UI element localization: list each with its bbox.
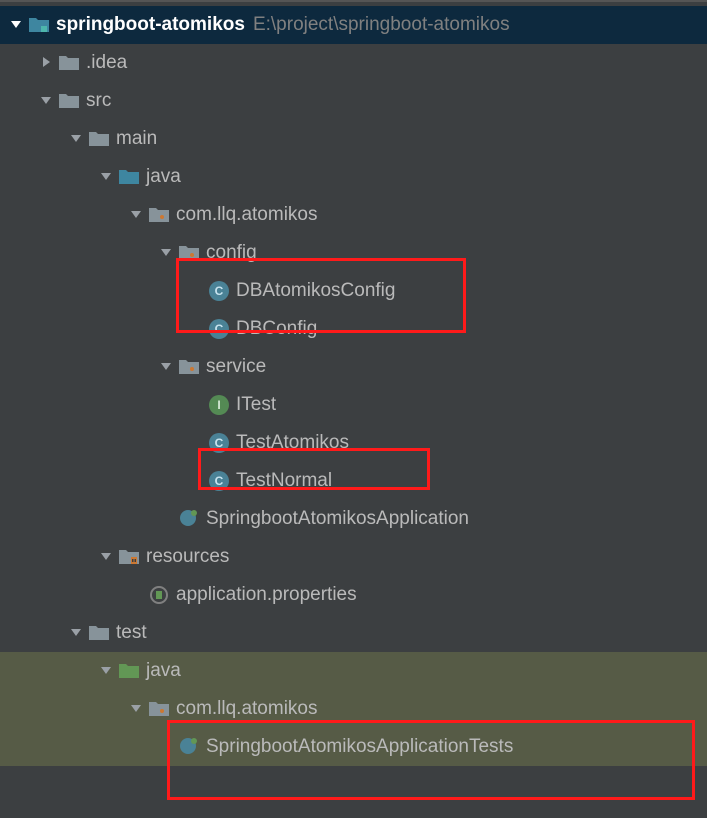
class-icon: C bbox=[208, 470, 230, 492]
node-label: java bbox=[146, 660, 181, 682]
test-folder-icon bbox=[118, 660, 140, 682]
interface-icon: I bbox=[208, 394, 230, 416]
node-label: resources bbox=[146, 546, 229, 568]
node-label: ITest bbox=[236, 394, 276, 416]
node-label: service bbox=[206, 356, 266, 378]
chevron-down-icon[interactable] bbox=[130, 208, 144, 222]
tree-row[interactable]: com.llq.atomikos bbox=[0, 196, 707, 234]
node-label: DBConfig bbox=[236, 318, 317, 340]
chevron-down-icon[interactable] bbox=[100, 170, 114, 184]
spring-boot-icon bbox=[178, 736, 200, 758]
chevron-down-icon[interactable] bbox=[100, 550, 114, 564]
chevron-down-icon[interactable] bbox=[100, 664, 114, 678]
class-icon: C bbox=[208, 280, 230, 302]
folder-icon bbox=[88, 128, 110, 150]
node-label: TestNormal bbox=[236, 470, 332, 492]
tree-row[interactable]: resources bbox=[0, 538, 707, 576]
node-label: src bbox=[86, 90, 111, 112]
folder-icon bbox=[58, 52, 80, 74]
node-label: main bbox=[116, 128, 157, 150]
tree-row[interactable]: test bbox=[0, 614, 707, 652]
tree-row[interactable]: SpringbootAtomikosApplicationTests bbox=[0, 728, 707, 766]
tree-row[interactable]: .idea bbox=[0, 44, 707, 82]
source-folder-icon bbox=[118, 166, 140, 188]
folder-icon bbox=[58, 90, 80, 112]
class-icon: C bbox=[208, 432, 230, 454]
tree-row[interactable]: application.properties bbox=[0, 576, 707, 614]
tree-row-root[interactable]: springboot-atomikos E:\project\springboo… bbox=[0, 6, 707, 44]
chevron-down-icon[interactable] bbox=[70, 626, 84, 640]
node-label: SpringbootAtomikosApplicationTests bbox=[206, 736, 513, 758]
node-label: test bbox=[116, 622, 147, 644]
tree-row[interactable]: java bbox=[0, 158, 707, 196]
folder-icon bbox=[88, 622, 110, 644]
tree-row[interactable]: SpringbootAtomikosApplication bbox=[0, 500, 707, 538]
tree-row[interactable]: service bbox=[0, 348, 707, 386]
node-label: application.properties bbox=[176, 584, 357, 606]
spring-boot-icon bbox=[178, 508, 200, 530]
node-label: .idea bbox=[86, 52, 127, 74]
node-label: DBAtomikosConfig bbox=[236, 280, 395, 302]
tree-row[interactable]: C DBConfig bbox=[0, 310, 707, 348]
package-icon bbox=[178, 356, 200, 378]
chevron-down-icon[interactable] bbox=[160, 360, 174, 374]
module-folder-icon bbox=[28, 14, 50, 36]
tree-row[interactable]: com.llq.atomikos bbox=[0, 690, 707, 728]
tree-row[interactable]: config bbox=[0, 234, 707, 272]
project-path: E:\project\springboot-atomikos bbox=[253, 14, 510, 36]
node-label: com.llq.atomikos bbox=[176, 204, 318, 226]
project-tree[interactable]: springboot-atomikos E:\project\springboo… bbox=[0, 2, 707, 766]
node-label: com.llq.atomikos bbox=[176, 698, 318, 720]
tree-row[interactable]: main bbox=[0, 120, 707, 158]
chevron-down-icon[interactable] bbox=[160, 246, 174, 260]
chevron-right-icon[interactable] bbox=[40, 56, 54, 70]
tree-row[interactable]: I ITest bbox=[0, 386, 707, 424]
tree-row[interactable]: C TestAtomikos bbox=[0, 424, 707, 462]
package-icon bbox=[178, 242, 200, 264]
node-label: java bbox=[146, 166, 181, 188]
tree-row[interactable]: java bbox=[0, 652, 707, 690]
resources-folder-icon bbox=[118, 546, 140, 568]
tree-row[interactable]: src bbox=[0, 82, 707, 120]
node-label: SpringbootAtomikosApplication bbox=[206, 508, 469, 530]
properties-file-icon bbox=[148, 584, 170, 606]
package-icon bbox=[148, 204, 170, 226]
project-name: springboot-atomikos bbox=[56, 14, 245, 36]
node-label: config bbox=[206, 242, 257, 264]
package-icon bbox=[148, 698, 170, 720]
tree-row[interactable]: C TestNormal bbox=[0, 462, 707, 500]
tree-row[interactable]: C DBAtomikosConfig bbox=[0, 272, 707, 310]
chevron-down-icon[interactable] bbox=[130, 702, 144, 716]
node-label: TestAtomikos bbox=[236, 432, 349, 454]
chevron-down-icon[interactable] bbox=[40, 94, 54, 108]
chevron-down-icon[interactable] bbox=[70, 132, 84, 146]
class-icon: C bbox=[208, 318, 230, 340]
chevron-down-icon[interactable] bbox=[10, 18, 24, 32]
